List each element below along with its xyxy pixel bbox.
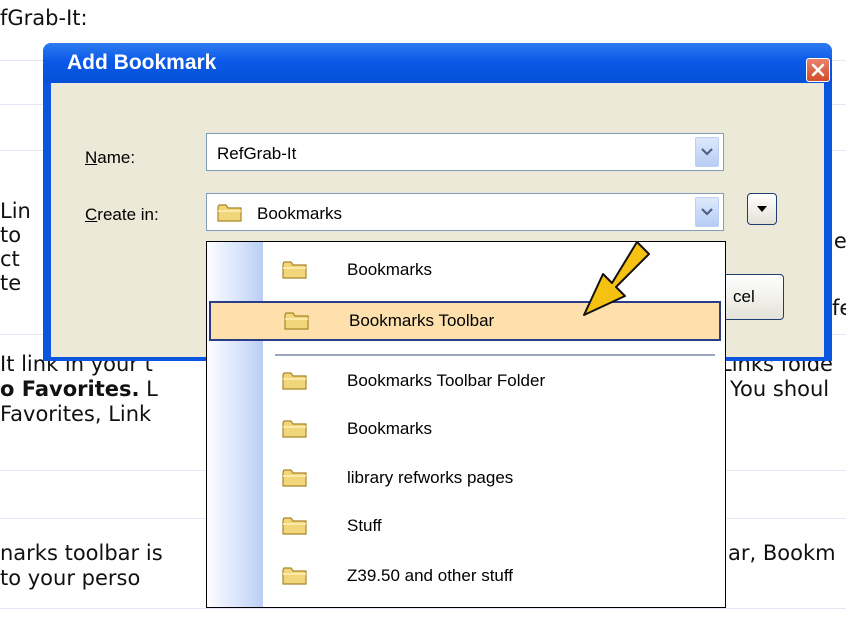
- folder-option-label: Bookmarks Toolbar Folder: [347, 371, 546, 390]
- name-field-value: RefGrab-It: [217, 144, 297, 163]
- divider: [0, 608, 846, 609]
- folder-option[interactable]: Bookmarks Toolbar Folder: [207, 361, 725, 401]
- doc-text: to your perso: [0, 566, 141, 590]
- doc-text: fGrab-It:: [0, 6, 88, 30]
- close-button[interactable]: [806, 58, 830, 82]
- expand-folders-button[interactable]: [747, 193, 777, 225]
- create-in-label: Create in:: [85, 205, 159, 225]
- folder-icon: [282, 517, 307, 535]
- folder-option-label: Bookmarks: [347, 419, 433, 438]
- title-bar[interactable]: Add Bookmark: [43, 43, 832, 83]
- menu-separator: [275, 354, 715, 356]
- folder-option-label: Z39.50 and other stuff: [347, 566, 514, 585]
- doc-text: o Favorites. L: [0, 377, 158, 401]
- close-icon: [811, 63, 825, 77]
- folder-option-label: Bookmarks Toolbar: [349, 311, 495, 330]
- doc-text: narks toolbar is: [0, 541, 163, 565]
- doc-text: ct: [0, 247, 20, 271]
- folder-option[interactable]: library refworks pages: [207, 458, 725, 498]
- folder-option[interactable]: Stuff: [207, 506, 725, 546]
- folder-option-label: library refworks pages: [347, 468, 514, 487]
- folder-option[interactable]: Z39.50 and other stuff: [207, 556, 725, 596]
- doc-text: You shoul: [730, 377, 830, 401]
- doc-text: Favorites, Link: [0, 402, 152, 426]
- name-dropdown-button[interactable]: [695, 137, 719, 167]
- name-field[interactable]: RefGrab-It: [206, 133, 724, 171]
- doc-bold-text: o Favorites.: [0, 377, 140, 401]
- folder-icon: [282, 261, 307, 279]
- create-in-label-accesskey: C: [85, 205, 98, 224]
- folder-icon: [217, 204, 242, 222]
- doc-text: fe: [832, 296, 846, 320]
- name-label-text: ame:: [97, 148, 136, 167]
- folder-icon: [282, 372, 307, 390]
- folder-option-label: Stuff: [347, 516, 382, 535]
- folder-option[interactable]: Bookmarks: [207, 409, 725, 449]
- name-label-accesskey: N: [85, 148, 98, 167]
- create-in-select[interactable]: Bookmarks: [206, 193, 724, 231]
- name-label: Name:: [85, 148, 135, 168]
- cancel-button-label: cel: [733, 287, 755, 306]
- doc-text: ar, Bookm: [728, 541, 836, 565]
- triangle-down-icon: [757, 206, 767, 212]
- chevron-down-icon: [701, 148, 713, 156]
- folder-icon: [282, 567, 307, 585]
- doc-text: to: [0, 223, 22, 247]
- dialog-title: Add Bookmark: [67, 51, 217, 74]
- doc-text: Lin: [0, 199, 31, 223]
- chevron-down-icon: [701, 208, 713, 216]
- annotation-arrow-icon: [583, 241, 650, 316]
- folder-icon: [282, 469, 307, 487]
- doc-text: te: [0, 271, 22, 295]
- doc-text: L: [139, 377, 158, 401]
- create-in-label-text: reate in:: [97, 205, 159, 224]
- create-in-value: Bookmarks: [257, 204, 343, 223]
- folder-icon: [282, 420, 307, 438]
- folder-option-label: Bookmarks: [347, 260, 433, 279]
- folder-icon: [284, 312, 309, 330]
- create-in-dropdown-button[interactable]: [695, 197, 719, 227]
